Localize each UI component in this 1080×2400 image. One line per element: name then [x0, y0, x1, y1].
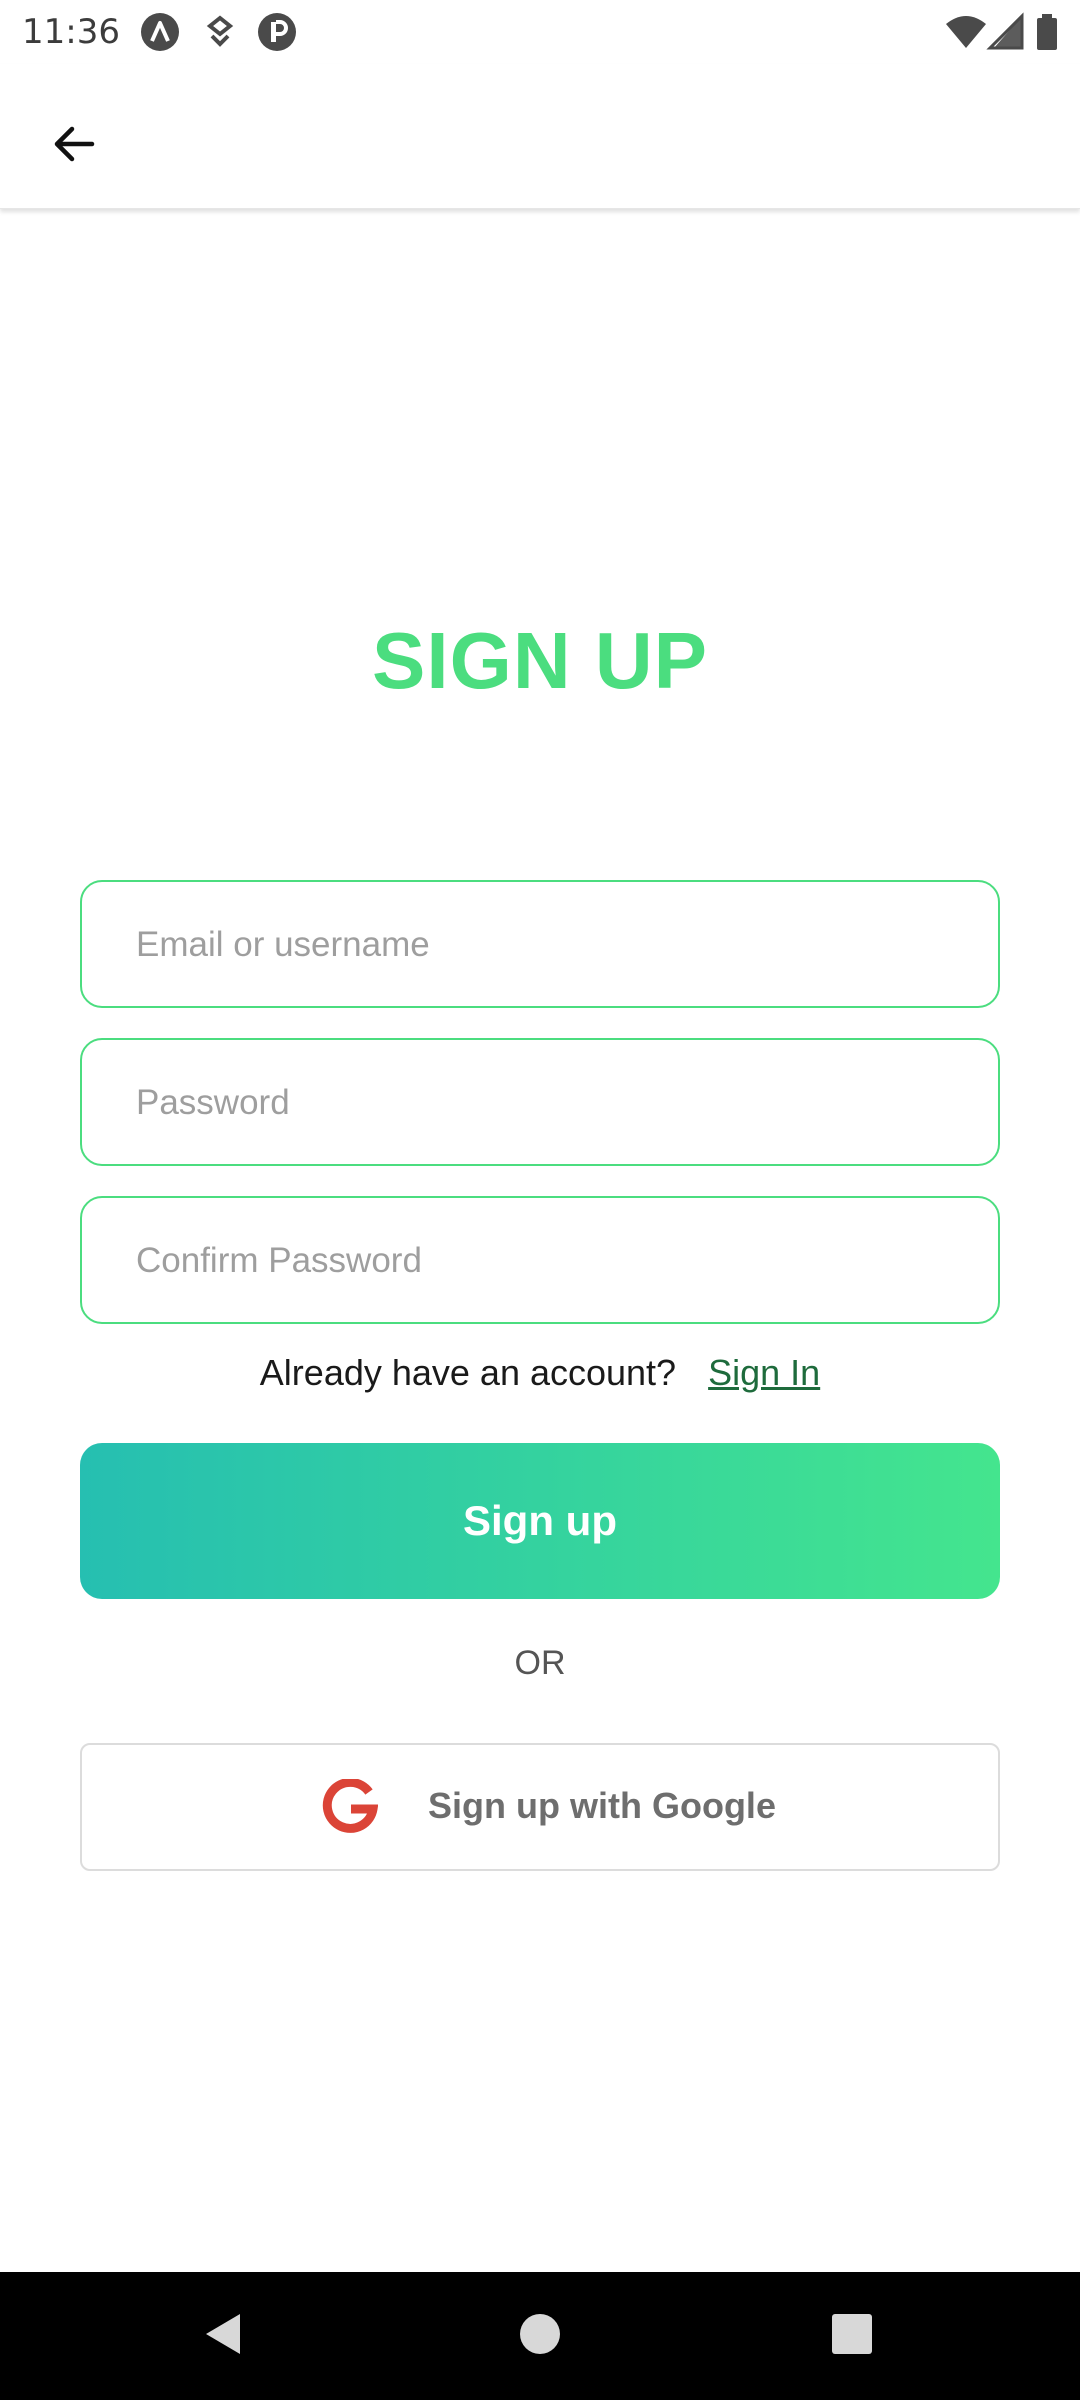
- password-input[interactable]: [134, 1040, 958, 1165]
- app-bar: [0, 64, 1080, 209]
- account-prompt: Already have an account? Sign In: [0, 1352, 1080, 1394]
- or-divider: OR: [514, 1644, 566, 1682]
- system-nav-bar: [0, 2272, 1080, 2400]
- google-icon: [322, 1777, 379, 1835]
- google-sign-up-button[interactable]: Sign up with Google: [80, 1743, 1000, 1871]
- wifi-icon: [944, 12, 988, 52]
- page-title: SIGN UP: [372, 616, 708, 705]
- confirm-password-input[interactable]: [134, 1198, 958, 1323]
- account-prompt-text: Already have an account?: [259, 1352, 677, 1393]
- cell-signal-icon: [986, 12, 1026, 52]
- password-field[interactable]: [80, 1038, 1000, 1166]
- back-triangle-icon: [200, 2310, 248, 2363]
- nav-back-button[interactable]: [196, 2308, 252, 2364]
- home-circle-icon: [516, 2310, 564, 2363]
- sign-in-link[interactable]: Sign In: [708, 1352, 820, 1393]
- p-badge-icon: [257, 12, 297, 52]
- download-shield-icon: [200, 12, 240, 52]
- email-field[interactable]: [80, 880, 1000, 1008]
- nav-recents-button[interactable]: [824, 2308, 880, 2364]
- recents-square-icon: [828, 2310, 876, 2363]
- confirm-password-field[interactable]: [80, 1196, 1000, 1324]
- email-input[interactable]: [134, 882, 958, 1007]
- status-bar: 11:36: [0, 0, 1080, 64]
- status-time: 11:36: [22, 12, 120, 52]
- sign-up-button[interactable]: Sign up: [80, 1443, 1000, 1599]
- google-button-label: Sign up with Google: [428, 1785, 776, 1826]
- nav-home-button[interactable]: [512, 2308, 568, 2364]
- app-a-icon: [140, 12, 180, 52]
- arrow-left-icon: [50, 120, 98, 173]
- back-button[interactable]: [32, 104, 116, 188]
- battery-icon: [1034, 12, 1060, 52]
